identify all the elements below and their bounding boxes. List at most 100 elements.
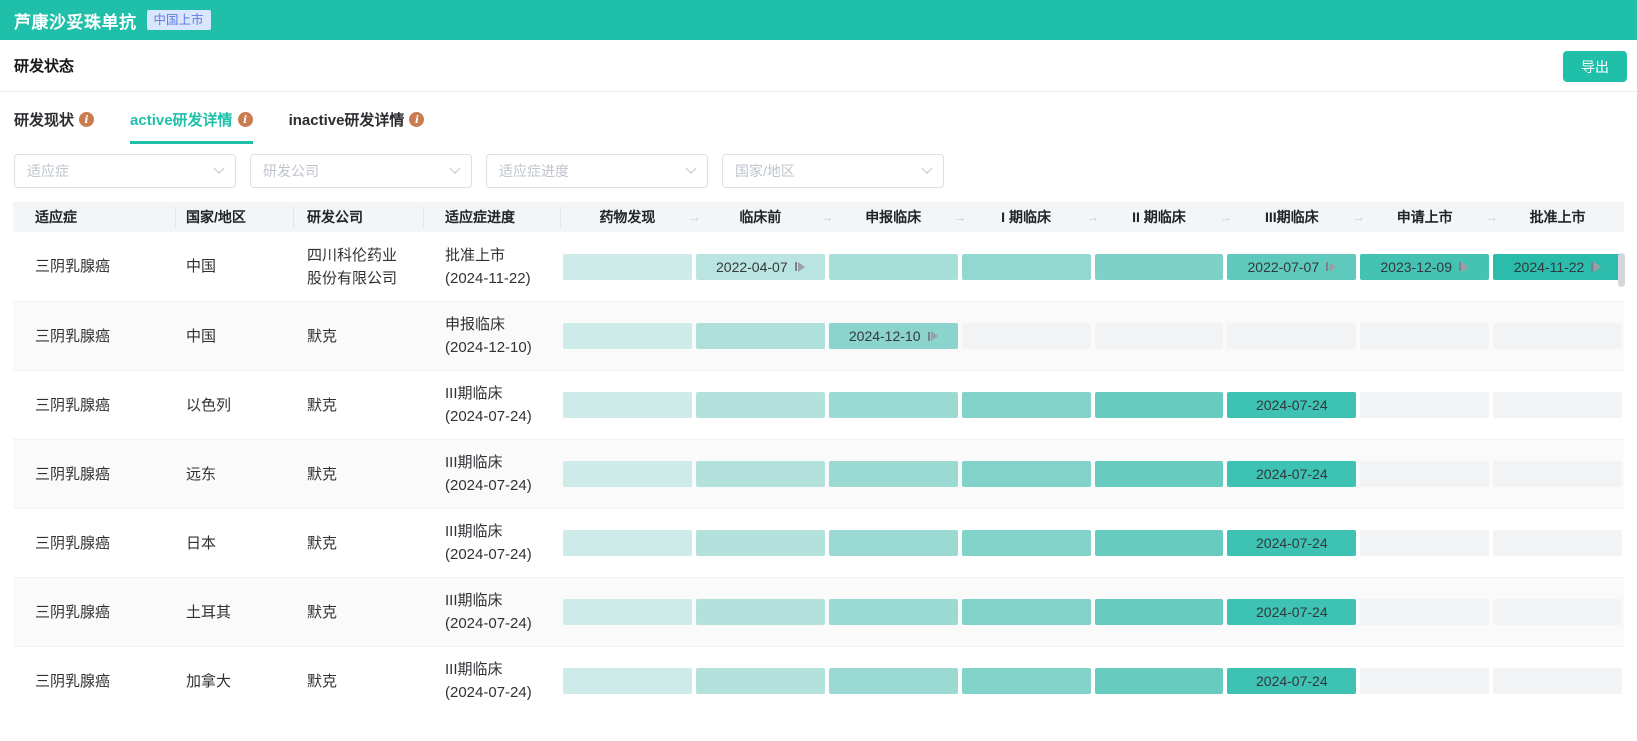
milestone-date: 2024-07-24 bbox=[1256, 397, 1328, 413]
phase-bar bbox=[1095, 323, 1224, 349]
milestone-date: 2024-07-24 bbox=[1256, 535, 1328, 551]
expand-play-icon[interactable] bbox=[1326, 262, 1336, 272]
phase-bar bbox=[1227, 323, 1356, 349]
filter-indication-select[interactable]: 适应症 bbox=[14, 154, 236, 188]
market-status-badge: 中国上市 bbox=[147, 10, 211, 30]
cell-company: 默克 bbox=[294, 532, 424, 555]
phase-column-header: I 期临床→ bbox=[960, 207, 1093, 227]
cell-region: 中国 bbox=[176, 325, 294, 348]
phase-bar-milestone[interactable]: 2024-07-24 bbox=[1227, 668, 1356, 694]
expand-play-icon[interactable] bbox=[1591, 262, 1601, 272]
cell-progress: 申报临床 (2024-12-10) bbox=[424, 313, 561, 359]
cell-company: 默克 bbox=[294, 325, 424, 348]
expand-play-icon[interactable] bbox=[1459, 262, 1469, 272]
phase-bar bbox=[962, 461, 1091, 487]
col-header-indication: 适应症 bbox=[13, 207, 176, 227]
phase-bar bbox=[563, 668, 692, 694]
table-row: 三阴乳腺癌 加拿大 默克 III期临床 (2024-07-24) 2024-07… bbox=[13, 646, 1624, 715]
chevron-down-icon bbox=[449, 163, 460, 174]
phase-column-header: 临床前→ bbox=[694, 207, 827, 227]
phase-bar bbox=[1360, 530, 1489, 556]
tab-rd-status[interactable]: 研发现状 i bbox=[14, 109, 94, 144]
phase-bar-milestone[interactable]: 2024-07-24 bbox=[1227, 530, 1356, 556]
phase-bar-milestone[interactable]: 2024-07-24 bbox=[1227, 599, 1356, 625]
phase-bar bbox=[1095, 392, 1224, 418]
progress-stage: III期临床 bbox=[445, 658, 561, 681]
expand-play-icon[interactable] bbox=[795, 262, 805, 272]
info-icon[interactable]: i bbox=[409, 112, 424, 127]
phase-column-header: 申报临床→ bbox=[827, 207, 960, 227]
phase-bar-milestone[interactable]: 2024-07-24 bbox=[1227, 461, 1356, 487]
cell-progress: III期临床 (2024-07-24) bbox=[424, 451, 561, 497]
tab-active-rd-details[interactable]: active研发详情 i bbox=[130, 109, 253, 144]
milestone-date: 2022-07-07 bbox=[1248, 259, 1320, 275]
phase-bar bbox=[962, 323, 1091, 349]
phase-bar-milestone[interactable]: 2024-11-22 bbox=[1493, 254, 1622, 280]
filter-progress-select[interactable]: 适应症进度 bbox=[486, 154, 708, 188]
phase-bar bbox=[1493, 323, 1622, 349]
tab-bar: 研发现状 i active研发详情 i inactive研发详情 i bbox=[0, 92, 1637, 144]
progress-date: (2024-12-10) bbox=[445, 336, 561, 359]
phase-bar bbox=[962, 668, 1091, 694]
phase-bar bbox=[962, 392, 1091, 418]
phase-bar-milestone[interactable]: 2022-04-07 bbox=[696, 254, 825, 280]
cell-indication: 三阴乳腺癌 bbox=[13, 670, 176, 693]
tab-inactive-rd-details[interactable]: inactive研发详情 i bbox=[289, 109, 425, 144]
phase-bar bbox=[1360, 461, 1489, 487]
info-icon[interactable]: i bbox=[79, 112, 94, 127]
progress-date: (2024-07-24) bbox=[445, 681, 561, 704]
filter-bar: 适应症 研发公司 适应症进度 国家/地区 bbox=[0, 144, 1637, 188]
cell-region: 土耳其 bbox=[176, 601, 294, 624]
phase-bar bbox=[696, 530, 825, 556]
phase-bar bbox=[829, 392, 958, 418]
progress-stage: III期临床 bbox=[445, 382, 561, 405]
phase-bar bbox=[1360, 392, 1489, 418]
phase-column-header: 批准上市 bbox=[1491, 207, 1624, 227]
phase-bar-milestone[interactable]: 2024-07-24 bbox=[1227, 392, 1356, 418]
phase-bar-milestone[interactable]: 2023-12-09 bbox=[1360, 254, 1489, 280]
phase-bar bbox=[1360, 599, 1489, 625]
expand-play-icon[interactable] bbox=[928, 331, 938, 341]
filter-region-select[interactable]: 国家/地区 bbox=[722, 154, 944, 188]
phase-bar bbox=[962, 599, 1091, 625]
section-title: 研发状态 bbox=[14, 55, 74, 76]
phase-bar bbox=[1095, 254, 1224, 280]
vertical-scrollbar[interactable] bbox=[1618, 253, 1625, 287]
phase-bar-milestone[interactable]: 2022-07-07 bbox=[1227, 254, 1356, 280]
milestone-date: 2024-11-22 bbox=[1514, 259, 1585, 275]
cell-indication: 三阴乳腺癌 bbox=[13, 394, 176, 417]
chevron-down-icon bbox=[685, 163, 696, 174]
col-header-progress: 适应症进度 bbox=[424, 207, 561, 227]
phase-bar bbox=[563, 392, 692, 418]
progress-date: (2024-07-24) bbox=[445, 474, 561, 497]
phase-bar bbox=[1493, 668, 1622, 694]
milestone-date: 2023-12-09 bbox=[1380, 259, 1452, 275]
cell-region: 日本 bbox=[176, 532, 294, 555]
filter-company-select[interactable]: 研发公司 bbox=[250, 154, 472, 188]
progress-stage: 申报临床 bbox=[445, 313, 561, 336]
table-header-row: 适应症 国家/地区 研发公司 适应症进度 药物发现→临床前→申报临床→I 期临床… bbox=[13, 202, 1624, 232]
table-row: 三阴乳腺癌 远东 默克 III期临床 (2024-07-24) 2024-07-… bbox=[13, 439, 1624, 508]
phase-bar-milestone[interactable]: 2024-12-10 bbox=[829, 323, 958, 349]
export-button[interactable]: 导出 bbox=[1563, 51, 1627, 82]
progress-stage: 批准上市 bbox=[445, 244, 561, 267]
phase-bar bbox=[696, 392, 825, 418]
phase-bar bbox=[1095, 461, 1224, 487]
phase-bar bbox=[1095, 530, 1224, 556]
info-icon[interactable]: i bbox=[238, 112, 253, 127]
phase-bar bbox=[1360, 323, 1489, 349]
col-header-region: 国家/地区 bbox=[176, 207, 294, 227]
phase-column-header: II 期临床→ bbox=[1093, 207, 1226, 227]
cell-indication: 三阴乳腺癌 bbox=[13, 601, 176, 624]
progress-stage: III期临床 bbox=[445, 451, 561, 474]
phase-bar bbox=[829, 254, 958, 280]
phase-bar bbox=[696, 461, 825, 487]
phase-bar bbox=[829, 599, 958, 625]
phase-bar bbox=[1493, 599, 1622, 625]
table-row: 三阴乳腺癌 日本 默克 III期临床 (2024-07-24) 2024-07-… bbox=[13, 508, 1624, 577]
col-header-company: 研发公司 bbox=[294, 207, 424, 227]
milestone-date: 2022-04-07 bbox=[716, 259, 788, 275]
milestone-date: 2024-07-24 bbox=[1256, 604, 1328, 620]
pipeline-table: 适应症 国家/地区 研发公司 适应症进度 药物发现→临床前→申报临床→I 期临床… bbox=[13, 202, 1624, 715]
phase-bar bbox=[829, 530, 958, 556]
